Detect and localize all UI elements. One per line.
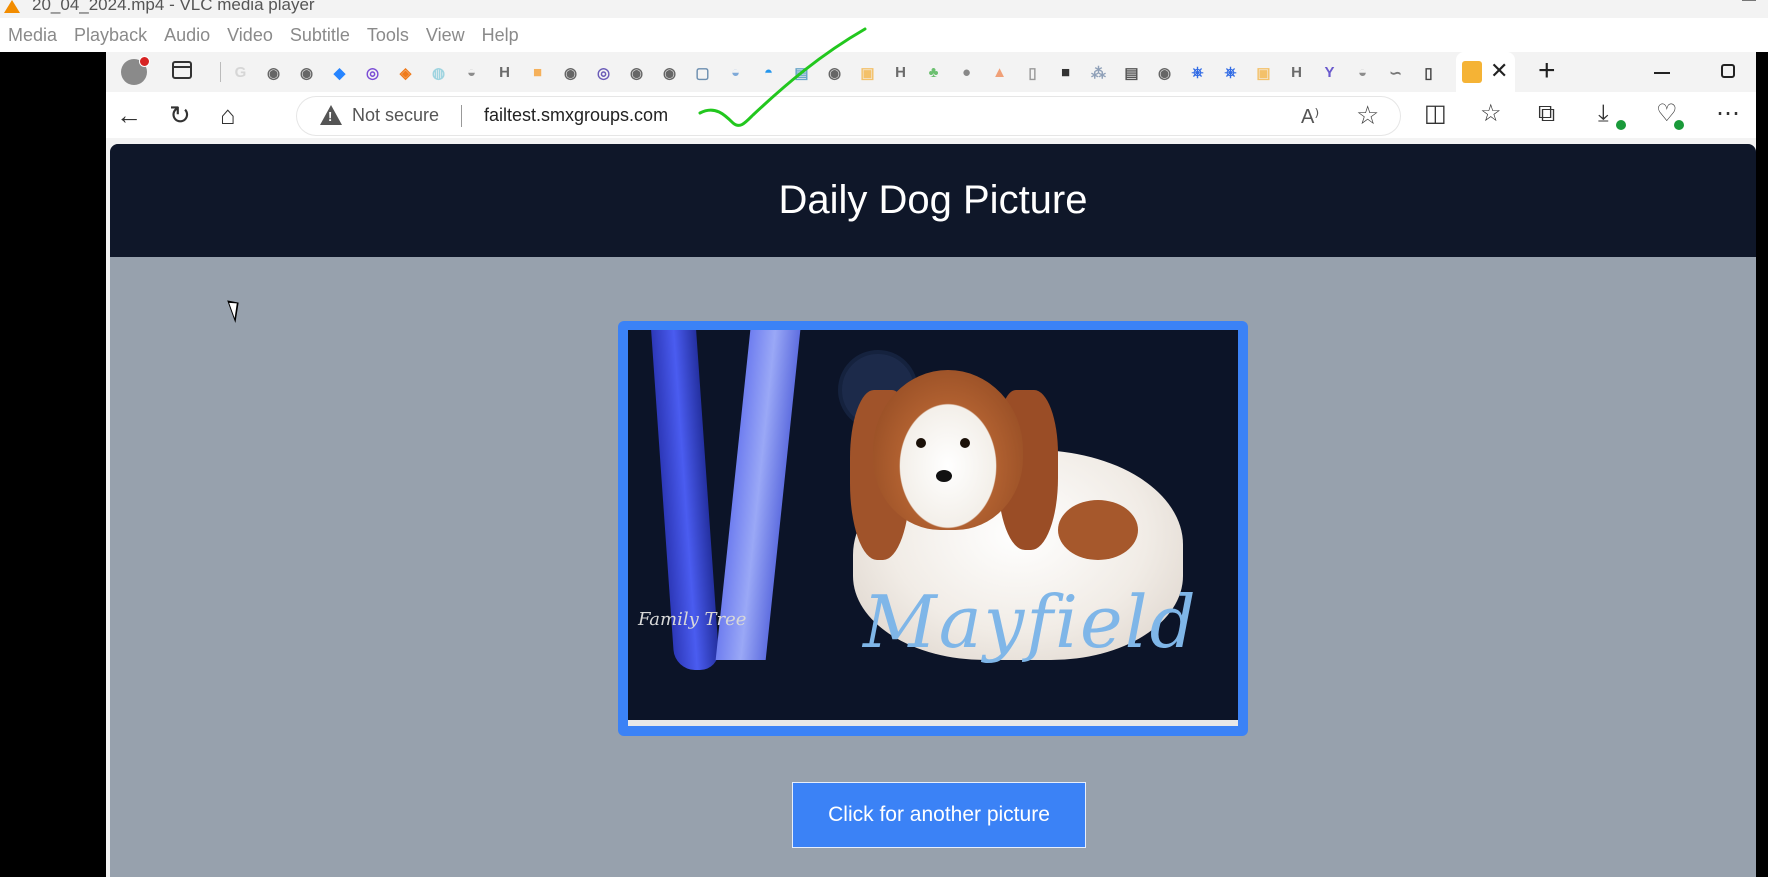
app-icon[interactable]: ◈ bbox=[393, 60, 418, 85]
app-icon[interactable]: ◎ bbox=[360, 60, 385, 85]
google-icon[interactable]: G bbox=[228, 60, 253, 85]
tab-divider bbox=[220, 62, 221, 82]
another-picture-button[interactable]: Click for another picture bbox=[792, 782, 1086, 848]
checkmark-annotation bbox=[698, 27, 867, 127]
github-icon[interactable]: ◉ bbox=[624, 60, 649, 85]
app-icon[interactable]: ▣ bbox=[1251, 60, 1276, 85]
security-label[interactable]: Not secure bbox=[352, 105, 439, 126]
github-icon[interactable]: ◉ bbox=[558, 60, 583, 85]
app-icon[interactable]: ⁂ bbox=[1086, 60, 1111, 85]
tab-actions-icon[interactable] bbox=[172, 61, 192, 79]
split-screen-icon[interactable]: ◫ bbox=[1424, 99, 1447, 129]
vlc-menu-media[interactable]: Media bbox=[8, 25, 57, 46]
tab-close-icon[interactable]: ✕ bbox=[1490, 58, 1508, 84]
app-icon[interactable]: ◍ bbox=[426, 60, 451, 85]
home-icon[interactable]: ⌂ bbox=[220, 100, 236, 130]
photo-signature: Mayfield bbox=[863, 580, 1198, 664]
app-icon[interactable]: ♣ bbox=[921, 60, 946, 85]
photo-border-strip bbox=[628, 720, 1238, 726]
page-icon[interactable]: ▯ bbox=[1020, 60, 1045, 85]
favorite-star-icon[interactable]: ☆ bbox=[1356, 100, 1379, 131]
address-divider bbox=[461, 105, 462, 127]
vlc-menu-help[interactable]: Help bbox=[482, 25, 519, 46]
collections-icon[interactable]: ⧉ bbox=[1538, 99, 1555, 129]
docker-icon[interactable]: ◒ bbox=[1350, 60, 1375, 85]
app-icon[interactable]: ■ bbox=[525, 60, 550, 85]
kubernetes-icon[interactable]: ⎈ bbox=[1185, 60, 1210, 85]
video-letterbox-left bbox=[0, 52, 106, 877]
essentials-status-badge bbox=[1674, 120, 1684, 130]
downloads-icon[interactable]: ⤓ bbox=[1598, 99, 1609, 129]
dog-eye bbox=[916, 438, 926, 448]
app-icon[interactable]: Y bbox=[1317, 60, 1342, 85]
app-icon[interactable]: ◎ bbox=[591, 60, 616, 85]
tab-bar: G ◉ ◉ ◆ ◎ ◈ ◍ ◒ H ■ ◉ ◎ ◉ ◉ ▢ ◒ ◓ ▤ ◉ ▣ H ♣ ● ▲ ▯ ■ ⁂ ▤ ◉ ⎈ ⎈ ▣ H Y ◒ ∽ ▯ ✕ … bbox=[106, 52, 1768, 92]
vlc-menu-video[interactable]: Video bbox=[227, 25, 273, 46]
favorites-icon[interactable]: ☆ bbox=[1480, 99, 1502, 129]
hashicorp-icon[interactable]: H bbox=[492, 60, 517, 85]
kubernetes-icon[interactable]: ⎈ bbox=[1218, 60, 1243, 85]
github-icon[interactable]: ◉ bbox=[294, 60, 319, 85]
dog-photo: Family Tree Mayfield bbox=[628, 330, 1238, 726]
aws-icon[interactable]: ▤ bbox=[1119, 60, 1144, 85]
read-aloud-icon[interactable]: A⁾ bbox=[1301, 104, 1319, 129]
vlc-menu-playback[interactable]: Playback bbox=[74, 25, 147, 46]
bitbucket-icon[interactable]: ◆ bbox=[327, 60, 352, 85]
github-icon[interactable]: ◉ bbox=[1152, 60, 1177, 85]
vlc-menu-tools[interactable]: Tools bbox=[367, 25, 409, 46]
refresh-icon[interactable]: ↻ bbox=[169, 100, 191, 130]
more-menu-icon[interactable]: ⋯ bbox=[1716, 99, 1740, 129]
vlc-title-bar: 20_04_2024.mp4 - VLC media player bbox=[0, 0, 1768, 18]
warning-icon[interactable] bbox=[320, 105, 342, 125]
app-icon[interactable]: ● bbox=[954, 60, 979, 85]
download-complete-badge bbox=[1616, 120, 1626, 130]
new-tab-button[interactable]: + bbox=[1538, 56, 1556, 86]
vlc-minimize-icon[interactable] bbox=[1742, 0, 1756, 1]
url-text[interactable]: failtest.smxgroups.com bbox=[484, 105, 668, 126]
app-icon[interactable]: ■ bbox=[1053, 60, 1078, 85]
photo-watermark: Family Tree bbox=[638, 609, 747, 630]
vlc-cone-icon bbox=[4, 0, 20, 13]
github-icon[interactable]: ◉ bbox=[657, 60, 682, 85]
dog-nose bbox=[936, 470, 952, 482]
hashicorp-icon[interactable]: H bbox=[888, 60, 913, 85]
video-letterbox-right bbox=[1756, 52, 1768, 877]
vlc-menu-subtitle[interactable]: Subtitle bbox=[290, 25, 350, 46]
active-tab[interactable]: ✕ bbox=[1456, 52, 1515, 92]
github-icon[interactable]: ◉ bbox=[261, 60, 286, 85]
page-icon[interactable]: ▯ bbox=[1416, 60, 1441, 85]
window-minimize-icon[interactable] bbox=[1654, 72, 1670, 74]
hashicorp-icon[interactable]: H bbox=[1284, 60, 1309, 85]
vlc-menu-audio[interactable]: Audio bbox=[164, 25, 210, 46]
window-restore-icon[interactable] bbox=[1721, 64, 1735, 78]
browser-toolbar: ← ↻ ⌂ Not secure failtest.smxgroups.com … bbox=[106, 92, 1768, 138]
vlc-window-title: 20_04_2024.mp4 - VLC media player bbox=[32, 0, 315, 14]
dog-head bbox=[873, 370, 1023, 530]
dog-spot bbox=[1058, 500, 1138, 560]
app-icon[interactable]: ∽ bbox=[1383, 60, 1408, 85]
vlc-menu-view[interactable]: View bbox=[426, 25, 465, 46]
tab-favicon-icon bbox=[1462, 61, 1482, 83]
browser-window: G ◉ ◉ ◆ ◎ ◈ ◍ ◒ H ■ ◉ ◎ ◉ ◉ ▢ ◒ ◓ ▤ ◉ ▣ H ♣ ● ▲ ▯ ■ ⁂ ▤ ◉ ⎈ ⎈ ▣ H Y ◒ ∽ ▯ ✕ … bbox=[106, 52, 1768, 877]
profile-avatar-icon[interactable] bbox=[121, 56, 150, 85]
docker-icon[interactable]: ◒ bbox=[459, 60, 484, 85]
back-arrow-icon[interactable]: ← bbox=[116, 100, 142, 130]
dog-photo-frame: Family Tree Mayfield bbox=[618, 321, 1248, 736]
web-page: Daily Dog Picture Family Tree Mayfield C… bbox=[110, 144, 1756, 877]
app-icon[interactable]: ▲ bbox=[987, 60, 1012, 85]
page-title: Daily Dog Picture bbox=[778, 178, 1088, 222]
vlc-menu-bar: Media Playback Audio Video Subtitle Tool… bbox=[0, 18, 1768, 52]
page-header: Daily Dog Picture bbox=[110, 144, 1756, 257]
dog-eye bbox=[960, 438, 970, 448]
